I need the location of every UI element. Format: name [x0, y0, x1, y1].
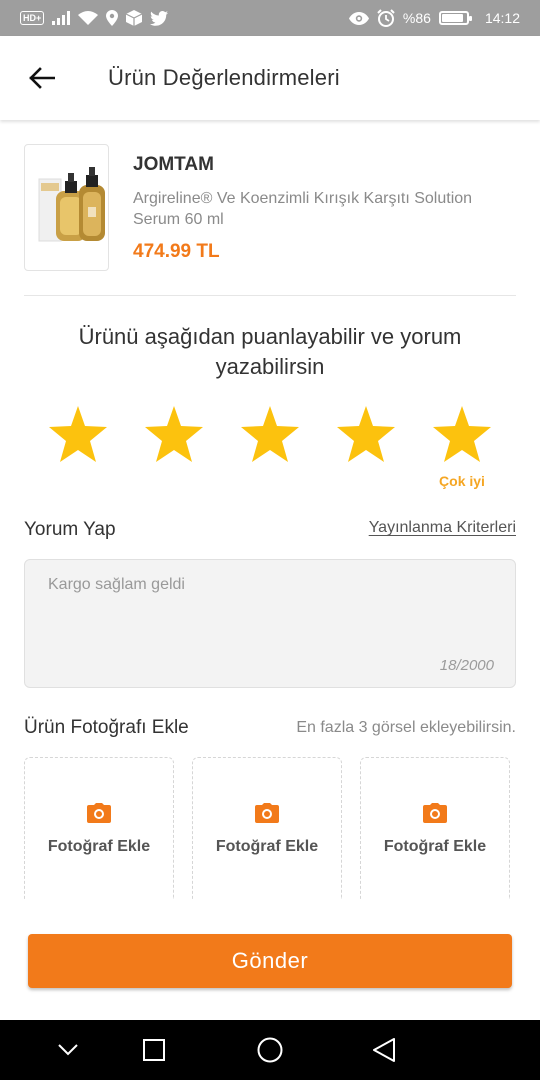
recent-apps-square-icon[interactable] [136, 1032, 172, 1068]
camera-icon [255, 802, 279, 824]
star-1-icon[interactable] [46, 402, 110, 466]
rating-prompt: Ürünü aşağıdan puanlayabilir ve yorum ya… [78, 324, 462, 379]
product-name: Argireline® Ve Koenzimli Kırışık Karşıtı… [133, 190, 473, 228]
box-icon [126, 9, 143, 27]
chevron-down-icon[interactable] [50, 1032, 86, 1068]
wifi-icon [78, 9, 99, 27]
comment-textarea[interactable]: Kargo sağlam geldi 18/2000 [24, 559, 516, 688]
alarm-icon [377, 9, 395, 27]
back-triangle-icon[interactable] [366, 1032, 402, 1068]
twitter-icon [150, 9, 169, 27]
star-3-icon[interactable] [238, 402, 302, 466]
add-photo-label: Fotoğraf Ekle [47, 838, 151, 855]
home-circle-icon[interactable] [252, 1032, 288, 1068]
product-image [24, 144, 109, 271]
page-title: Ürün Değerlendirmeleri [108, 65, 340, 90]
battery-percent: %86 [402, 10, 431, 26]
photo-hint: En fazla 3 görsel ekleyebilirsin. [296, 719, 516, 736]
hd-badge: HD+ [20, 11, 45, 25]
rating-label: Çok iyi [439, 473, 485, 489]
system-nav-bar [0, 1020, 540, 1080]
add-photo-label: Fotoğraf Ekle [215, 838, 319, 855]
add-photo-button[interactable]: Fotoğraf Ekle [192, 757, 342, 899]
star-4-icon[interactable] [334, 402, 398, 466]
status-bar: HD+ %86 14:12 [0, 0, 540, 36]
product-brand: JOMTAM [133, 154, 214, 175]
product-price: 474.99 TL [133, 241, 220, 262]
comment-heading: Yorum Yap [24, 519, 116, 540]
publishing-criteria-link[interactable]: Yayınlanma Kriterleri [369, 519, 516, 537]
camera-icon [423, 802, 447, 824]
star-5-icon[interactable] [430, 402, 494, 466]
arrow-left-icon [29, 67, 55, 89]
char-counter: 18/2000 [439, 657, 494, 674]
location-icon [106, 9, 119, 27]
photo-heading: Ürün Fotoğrafı Ekle [24, 717, 189, 738]
camera-icon [87, 802, 111, 824]
add-photo-button[interactable]: Fotoğraf Ekle [360, 757, 510, 899]
star-2-icon[interactable] [142, 402, 206, 466]
back-button[interactable] [0, 36, 84, 120]
star-rating [30, 402, 510, 466]
battery-icon [438, 11, 472, 25]
add-photo-button[interactable]: Fotoğraf Ekle [24, 757, 174, 899]
comment-text: Kargo sağlam geldi [48, 576, 185, 593]
clock: 14:12 [484, 10, 520, 26]
product-card: JOMTAM Argireline® Ve Koenzimli Kırışık … [24, 144, 516, 296]
app-header: Ürün Değerlendirmeleri [0, 36, 540, 120]
add-photo-label: Fotoğraf Ekle [383, 838, 487, 855]
signal-icon [52, 9, 71, 27]
submit-button[interactable]: Gönder [28, 934, 512, 988]
eye-icon [348, 9, 369, 27]
